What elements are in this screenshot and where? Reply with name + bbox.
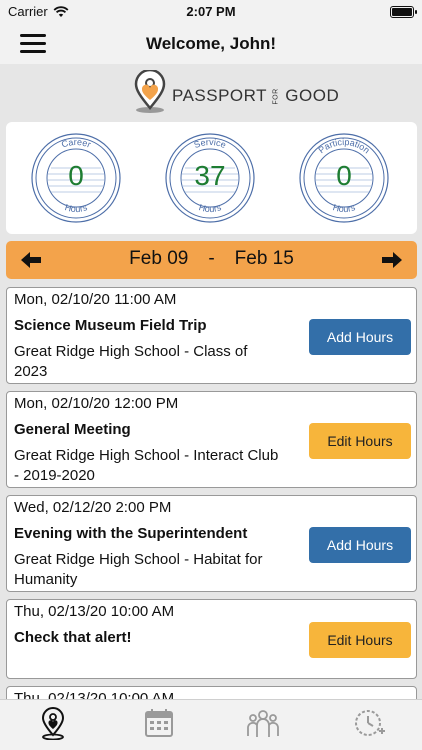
logo-bar: PASSPORT FOR GOOD xyxy=(0,64,422,120)
event-name: Check that alert! xyxy=(14,629,132,646)
nav-bar: Welcome, John! xyxy=(0,24,422,64)
stat-value: 37 xyxy=(194,160,226,191)
calendar-icon[interactable] xyxy=(142,706,176,740)
svg-text:Hours: Hours xyxy=(332,202,357,214)
event-datetime: Mon, 02/10/20 12:00 PM xyxy=(14,395,179,412)
participation-hours-stamp[interactable]: Participation Hours 0 xyxy=(298,132,390,224)
logo-pin-icon xyxy=(134,70,166,113)
event-card[interactable]: Thu, 02/13/20 10:00 AM xyxy=(6,686,417,699)
career-hours-stamp[interactable]: Career Hours 0 xyxy=(30,132,122,224)
battery-icon xyxy=(390,6,417,18)
edit-hours-button[interactable]: Edit Hours xyxy=(309,423,411,459)
event-datetime: Thu, 02/13/20 10:00 AM xyxy=(14,603,175,620)
week-selector: Feb 09 - Feb 15 xyxy=(6,241,417,279)
svg-text:Service: Service xyxy=(193,137,228,150)
service-hours-stamp[interactable]: Service Hours 37 xyxy=(164,132,256,224)
event-name: Evening with the Superintendent xyxy=(14,525,248,542)
week-separator: - xyxy=(208,248,215,269)
page-title: Welcome, John! xyxy=(145,34,277,53)
logo-text-end: GOOD xyxy=(285,86,340,105)
event-organization: Great Ridge High School - Habitat for Hu… xyxy=(14,551,263,588)
event-list: Mon, 02/10/20 11:00 AM Science Museum Fi… xyxy=(6,287,417,699)
hours-summary-card: Career Hours 0 Service Hours 37 Particip… xyxy=(6,122,417,234)
passport-for-good-logo: PASSPORT FOR GOOD xyxy=(132,70,339,114)
svg-text:Career: Career xyxy=(60,137,92,150)
stat-unit: Hours xyxy=(64,202,89,214)
event-card[interactable]: Mon, 02/10/20 11:00 AM Science Museum Fi… xyxy=(6,287,417,384)
groups-icon[interactable] xyxy=(246,706,280,740)
stat-label: Career xyxy=(60,137,92,150)
arrow-right-icon[interactable] xyxy=(381,250,403,270)
stat-unit: Hours xyxy=(332,202,357,214)
event-name: Science Museum Field Trip xyxy=(14,317,207,334)
status-bar: Carrier 2:07 PM xyxy=(0,0,422,24)
stat-label: Participation xyxy=(316,137,371,155)
event-organization: Great Ridge High School - Interact Club … xyxy=(14,447,279,484)
passport-icon[interactable] xyxy=(36,706,70,740)
clock: 2:07 PM xyxy=(186,4,236,19)
tab-bar xyxy=(0,699,422,750)
event-card[interactable]: Thu, 02/13/20 10:00 AM Check that alert!… xyxy=(6,599,417,679)
stat-value: 0 xyxy=(68,160,84,191)
svg-text:Hours: Hours xyxy=(198,202,223,214)
event-datetime: Mon, 02/10/20 11:00 AM xyxy=(14,291,177,308)
event-organization: Great Ridge High School - Class of 2023 xyxy=(14,343,248,380)
svg-text:Participation: Participation xyxy=(316,137,371,155)
logo-text-small: FOR xyxy=(272,88,280,105)
event-name: General Meeting xyxy=(14,421,131,438)
stat-label: Service xyxy=(193,137,228,150)
logo-text-main: PASSPORT xyxy=(172,86,268,105)
stat-value: 0 xyxy=(336,160,352,191)
add-hours-button[interactable]: Add Hours xyxy=(309,319,411,355)
edit-hours-button[interactable]: Edit Hours xyxy=(309,622,411,658)
add-hours-button[interactable]: Add Hours xyxy=(309,527,411,563)
event-card[interactable]: Mon, 02/10/20 12:00 PM General Meeting G… xyxy=(6,391,417,488)
event-card[interactable]: Wed, 02/12/20 2:00 PM Evening with the S… xyxy=(6,495,417,592)
week-range: Feb 09 - Feb 15 xyxy=(6,248,417,270)
week-end: Feb 15 xyxy=(234,248,294,269)
event-datetime: Thu, 02/13/20 10:00 AM xyxy=(14,690,175,699)
add-hours-icon[interactable] xyxy=(352,706,386,740)
svg-text:Hours: Hours xyxy=(64,202,89,214)
event-datetime: Wed, 02/12/20 2:00 PM xyxy=(14,499,172,516)
week-start: Feb 09 xyxy=(129,248,189,269)
stat-unit: Hours xyxy=(198,202,223,214)
